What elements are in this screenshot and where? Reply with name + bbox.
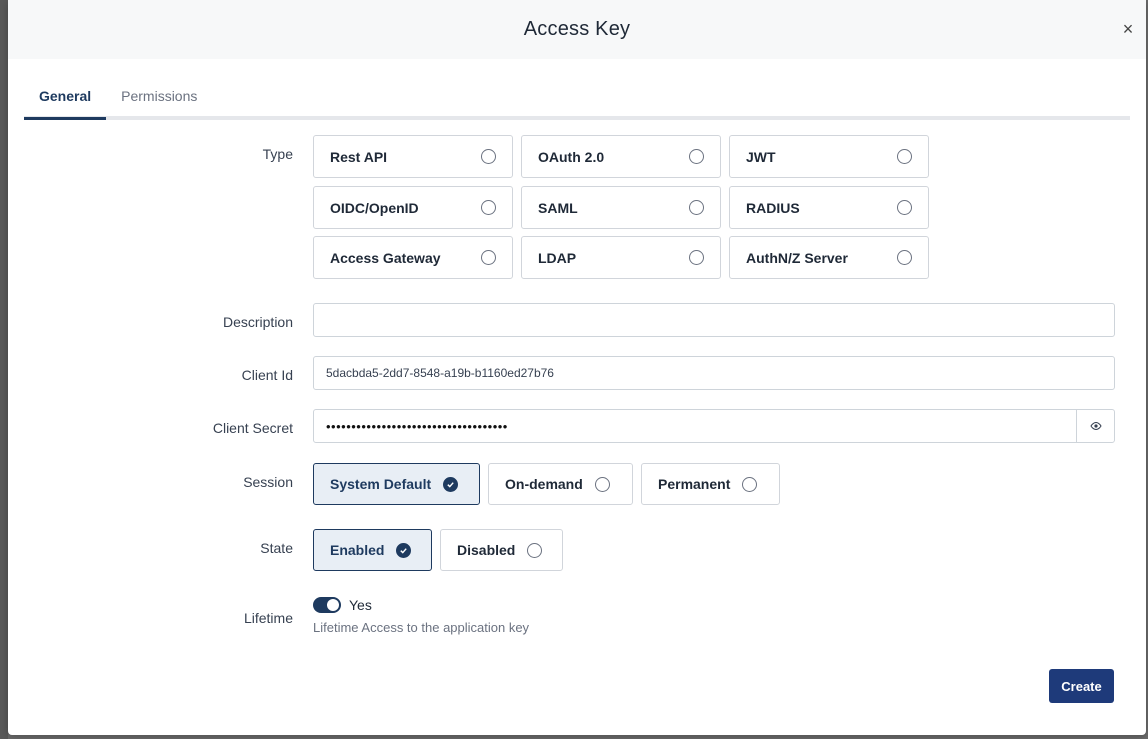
radio-icon: [897, 200, 912, 215]
tab-bar: General Permissions: [24, 79, 1130, 120]
radio-icon: [689, 200, 704, 215]
client-id-label: Client Id: [241, 367, 293, 383]
lifetime-toggle-label: Yes: [349, 597, 372, 613]
type-option-saml[interactable]: SAML: [521, 186, 721, 229]
lifetime-hint: Lifetime Access to the application key: [313, 620, 530, 635]
backdrop: [0, 0, 8, 739]
radio-icon: [689, 250, 704, 265]
client-secret-field: ••••••••••••••••••••••••••••••••••••: [313, 409, 1115, 443]
type-option-label: JWT: [746, 148, 776, 165]
session-option-label: On-demand: [505, 476, 583, 492]
session-label: Session: [243, 474, 293, 490]
radio-icon: [481, 200, 496, 215]
type-option-label: Access Gateway: [330, 249, 441, 266]
session-option-label: System Default: [330, 476, 432, 492]
state-disabled[interactable]: Disabled: [440, 529, 563, 571]
type-option-rest-api[interactable]: Rest API: [313, 135, 513, 178]
session-permanent[interactable]: Permanent: [641, 463, 780, 505]
client-id-input[interactable]: 5dacbda5-2dd7-8548-a19b-b1160ed27b76: [313, 356, 1115, 390]
state-label: State: [260, 540, 293, 556]
type-option-label: RADIUS: [746, 199, 800, 216]
check-circle-icon: [396, 542, 412, 558]
radio-icon: [742, 476, 758, 492]
type-option-label: OIDC/OpenID: [330, 199, 419, 216]
create-button[interactable]: Create: [1049, 669, 1114, 703]
type-option-authnz-server[interactable]: AuthN/Z Server: [729, 236, 929, 279]
lifetime-label: Lifetime: [243, 610, 293, 626]
description-input[interactable]: [313, 303, 1115, 337]
radio-icon: [481, 149, 496, 164]
type-label: Type: [262, 146, 293, 162]
type-option-jwt[interactable]: JWT: [729, 135, 929, 178]
access-key-modal: Access Key × General Permissions Type De…: [8, 0, 1146, 735]
type-option-label: SAML: [538, 199, 578, 216]
type-option-label: OAuth 2.0: [538, 148, 605, 165]
check-circle-icon: [443, 476, 459, 492]
session-option-label: Permanent: [658, 476, 731, 492]
radio-icon: [527, 542, 543, 558]
radio-icon: [689, 149, 704, 164]
tab-general[interactable]: General: [24, 79, 107, 120]
close-button[interactable]: ×: [1120, 19, 1136, 39]
eye-icon: [1089, 421, 1102, 431]
state-enabled[interactable]: Enabled: [313, 529, 432, 571]
lifetime-toggle[interactable]: [313, 597, 341, 613]
state-option-label: Enabled: [330, 542, 385, 558]
radio-icon: [897, 250, 912, 265]
session-on-demand[interactable]: On-demand: [488, 463, 633, 505]
type-option-ldap[interactable]: LDAP: [521, 236, 721, 279]
client-secret-input[interactable]: ••••••••••••••••••••••••••••••••••••: [314, 410, 1076, 442]
type-option-label: LDAP: [538, 249, 577, 266]
modal-title: Access Key: [523, 18, 631, 40]
type-option-radius[interactable]: RADIUS: [729, 186, 929, 229]
type-option-label: Rest API: [330, 148, 388, 165]
session-system-default[interactable]: System Default: [313, 463, 480, 505]
type-option-oidc[interactable]: OIDC/OpenID: [313, 186, 513, 229]
type-option-access-gateway[interactable]: Access Gateway: [313, 236, 513, 279]
radio-icon: [897, 149, 912, 164]
modal-header: Access Key ×: [8, 0, 1146, 59]
radio-icon: [481, 250, 496, 265]
toggle-knob: [327, 599, 339, 611]
client-secret-label: Client Secret: [212, 420, 293, 436]
tab-permissions[interactable]: Permissions: [106, 79, 212, 120]
state-option-label: Disabled: [457, 542, 516, 558]
type-option-label: AuthN/Z Server: [746, 249, 848, 266]
show-secret-button[interactable]: [1076, 410, 1114, 442]
type-option-oauth2[interactable]: OAuth 2.0: [521, 135, 721, 178]
description-label: Description: [222, 314, 293, 330]
radio-icon: [594, 476, 610, 492]
